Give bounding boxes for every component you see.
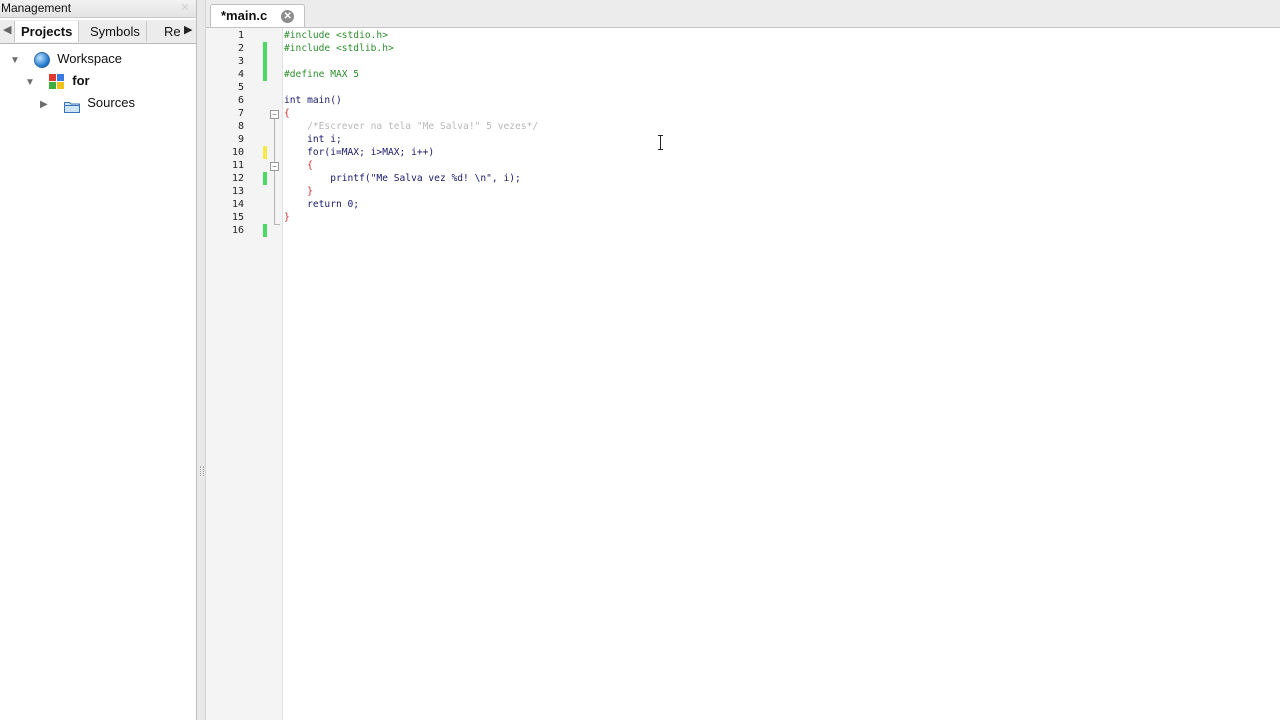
code-line-4[interactable]: #define MAX 5: [284, 68, 359, 81]
code-line-15[interactable]: }: [284, 211, 290, 224]
tab-resources[interactable]: Re: [158, 21, 187, 42]
fold-toggle-icon[interactable]: −: [270, 162, 279, 171]
ibeam-cursor-icon: [657, 135, 664, 150]
folder-icon: [63, 98, 80, 113]
code-line-10[interactable]: for(i=MAX; i>MAX; i++): [284, 146, 434, 159]
code-line-1[interactable]: #include <stdio.h>: [284, 29, 388, 42]
scroll-left-icon[interactable]: ◀: [3, 23, 11, 36]
code-line-13[interactable]: }: [284, 185, 313, 198]
management-panel: Management ✕ ◀ Projects Symbols Re ▶ ▼ W…: [0, 0, 196, 720]
tab-projects[interactable]: Projects: [14, 21, 80, 42]
change-marker-saved: [263, 42, 267, 81]
code-line-2[interactable]: #include <stdlib.h>: [284, 42, 394, 55]
fold-guide-line: [274, 119, 275, 225]
expanded-triangle-icon[interactable]: ▼: [10, 50, 24, 72]
tree-item-project-for[interactable]: ▼ for: [25, 70, 90, 92]
expanded-triangle-icon[interactable]: ▼: [25, 72, 39, 94]
line-number: 10: [231, 147, 244, 158]
splitter-grip[interactable]: [200, 466, 204, 476]
fold-end-line: [274, 224, 280, 225]
tab-label: *main.c: [221, 8, 268, 23]
line-number: 11: [231, 160, 244, 171]
line-number: 14: [231, 199, 244, 210]
change-marker-saved: [263, 224, 267, 237]
code-line-12[interactable]: printf("Me Salva vez %d! \n", i);: [284, 172, 521, 185]
tree-item-label: Sources: [87, 95, 135, 110]
workspace-icon: [33, 51, 50, 68]
line-number: 4: [237, 69, 244, 80]
line-number: 16: [231, 225, 244, 236]
line-number: 1: [237, 30, 244, 41]
code-line-14[interactable]: return 0;: [284, 198, 359, 211]
tree-item-workspace[interactable]: ▼ Workspace: [10, 48, 122, 70]
line-number: 12: [231, 173, 244, 184]
close-tab-icon[interactable]: ✕: [281, 10, 295, 24]
project-icon: [48, 73, 65, 90]
close-icon[interactable]: ✕: [178, 1, 192, 15]
line-number: 15: [231, 212, 244, 223]
line-number: 5: [237, 82, 244, 93]
line-number: 9: [237, 134, 244, 145]
code-line-6[interactable]: int main(): [284, 94, 342, 107]
change-marker-saved: [263, 172, 267, 185]
code-line-9[interactable]: int i;: [284, 133, 342, 146]
tab-symbols[interactable]: Symbols: [84, 21, 147, 42]
tree-item-sources[interactable]: ▶ Sources: [40, 92, 135, 114]
tab-main-c[interactable]: *main.c ✕: [210, 4, 306, 27]
line-number: 3: [237, 56, 244, 67]
line-number: 6: [237, 95, 244, 106]
management-title: Management: [1, 1, 72, 15]
fold-toggle-icon[interactable]: −: [270, 110, 279, 119]
code-editor: *main.c ✕ 1 2 3 4 5 6 7 8 9 10 11 12 13 1…: [206, 0, 1280, 720]
line-number: 7: [237, 108, 244, 119]
code-line-7[interactable]: {: [284, 107, 290, 120]
editor-tab-bar: *main.c ✕: [206, 0, 1280, 28]
panel-splitter[interactable]: [196, 0, 206, 720]
change-marker-unsaved: [263, 146, 267, 159]
code-line-11[interactable]: {: [284, 159, 313, 172]
tree-item-label: for: [72, 73, 90, 88]
scroll-right-icon[interactable]: ▶: [184, 23, 192, 36]
collapsed-triangle-icon[interactable]: ▶: [40, 94, 54, 116]
code-line-8[interactable]: /*Escrever na tela "Me Salva!" 5 vezes*/: [284, 120, 538, 133]
line-number: 13: [231, 186, 244, 197]
line-number: 8: [237, 121, 244, 132]
management-title-bar: Management ✕: [0, 0, 196, 18]
line-number: 2: [237, 43, 244, 54]
editor-gutter: 1 2 3 4 5 6 7 8 9 10 11 12 13 14 15 16 −…: [206, 28, 283, 720]
tree-item-label: Workspace: [57, 51, 123, 66]
management-tab-bar: ◀ Projects Symbols Re ▶: [0, 20, 196, 44]
